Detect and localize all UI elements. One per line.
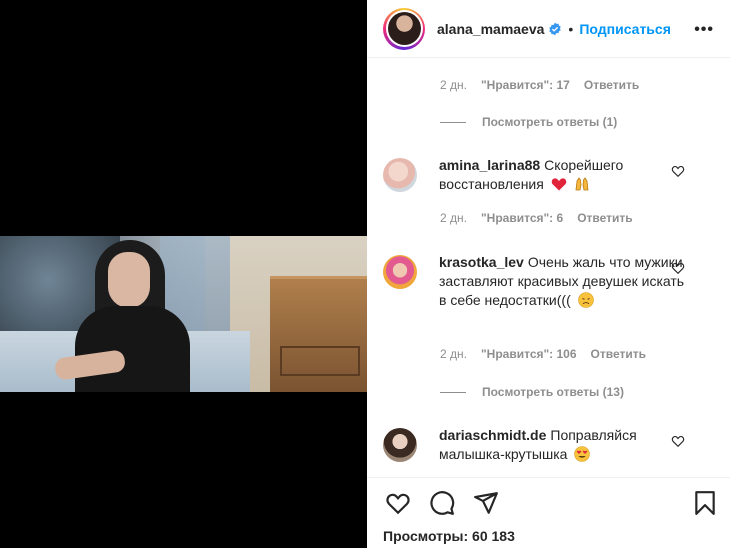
- post-header: alana_mamaeva • Подписаться •••: [367, 0, 730, 58]
- view-replies-line: [440, 391, 466, 393]
- view-replies-button[interactable]: Посмотреть ответы (13): [440, 385, 624, 399]
- commenter-avatar[interactable]: [383, 158, 417, 192]
- comment-time: 2 дн.: [440, 347, 467, 361]
- video-player[interactable]: [0, 236, 367, 392]
- more-options-icon[interactable]: •••: [694, 21, 714, 39]
- comment-text: amina_larina88 Скорейшего восстановления: [439, 156, 689, 194]
- follow-button[interactable]: Подписаться: [579, 21, 671, 37]
- comment-icon[interactable]: [429, 490, 455, 516]
- author-avatar-image: [387, 12, 421, 45]
- bookmark-icon[interactable]: [692, 490, 718, 516]
- commenter-avatar[interactable]: [383, 428, 417, 462]
- view-replies-button[interactable]: Посмотреть ответы (1): [440, 115, 617, 129]
- video-scene-drawer: [280, 346, 360, 376]
- like-comment-icon[interactable]: [671, 261, 685, 275]
- commenter-username[interactable]: krasotka_lev: [439, 254, 524, 270]
- comment-likes[interactable]: "Нравится": 17: [481, 78, 570, 92]
- comment-time: 2 дн.: [440, 78, 467, 92]
- author-avatar-inner: [385, 10, 423, 47]
- comment-reply-button[interactable]: Ответить: [584, 78, 639, 92]
- comment-item: krasotka_lev Очень жаль что мужики застав…: [383, 253, 713, 310]
- post-action-bar: Просмотры: 60 183: [367, 477, 730, 548]
- commenter-username[interactable]: amina_larina88: [439, 157, 540, 173]
- comment-meta: 2 дн. "Нравится": 17 Ответить: [440, 78, 639, 92]
- comment-likes[interactable]: "Нравится": 106: [481, 347, 577, 361]
- comment-item: amina_larina88 Скорейшего восстановления: [383, 156, 713, 194]
- video-scene-person-body: [75, 306, 190, 392]
- disappointed-face-emoji-icon: [577, 292, 594, 308]
- view-replies-line: [440, 121, 466, 123]
- views-count[interactable]: Просмотры: 60 183: [383, 528, 515, 544]
- video-scene-person-face: [108, 252, 150, 308]
- commenter-avatar[interactable]: [383, 255, 417, 289]
- heart-emoji-icon: [551, 178, 566, 191]
- verified-badge-icon: [549, 22, 562, 35]
- comment-time: 2 дн.: [440, 211, 467, 225]
- like-comment-icon[interactable]: [671, 164, 685, 178]
- author-username[interactable]: alana_mamaeva: [437, 21, 544, 37]
- comment-reply-button[interactable]: Ответить: [591, 347, 646, 361]
- comment-text: dariaschmidt.de Поправляйся малышка-круты…: [439, 426, 689, 464]
- comment-item: dariaschmidt.de Поправляйся малышка-круты…: [383, 426, 713, 464]
- heart-icon[interactable]: [385, 490, 411, 516]
- comment-likes[interactable]: "Нравится": 6: [481, 211, 563, 225]
- view-replies-label: Посмотреть ответы (1): [482, 115, 618, 129]
- author-avatar[interactable]: [383, 7, 425, 50]
- raised-hands-emoji-icon: [575, 177, 589, 191]
- like-comment-icon[interactable]: [671, 434, 685, 448]
- header-separator: •: [568, 20, 574, 37]
- comment-meta: 2 дн. "Нравится": 6 Ответить: [440, 211, 633, 225]
- comment-text: krasotka_lev Очень жаль что мужики застав…: [439, 253, 689, 310]
- share-icon[interactable]: [473, 490, 499, 516]
- commenter-username[interactable]: dariaschmidt.de: [439, 427, 546, 443]
- comment-reply-button[interactable]: Ответить: [577, 211, 632, 225]
- comments-list[interactable]: 2 дн. "Нравится": 17 Ответить Посмотреть…: [367, 59, 730, 477]
- heart-eyes-emoji-icon: [574, 446, 591, 462]
- view-replies-label: Посмотреть ответы (13): [482, 385, 624, 399]
- comment-meta: 2 дн. "Нравится": 106 Ответить: [440, 347, 646, 361]
- post-media[interactable]: [0, 0, 367, 548]
